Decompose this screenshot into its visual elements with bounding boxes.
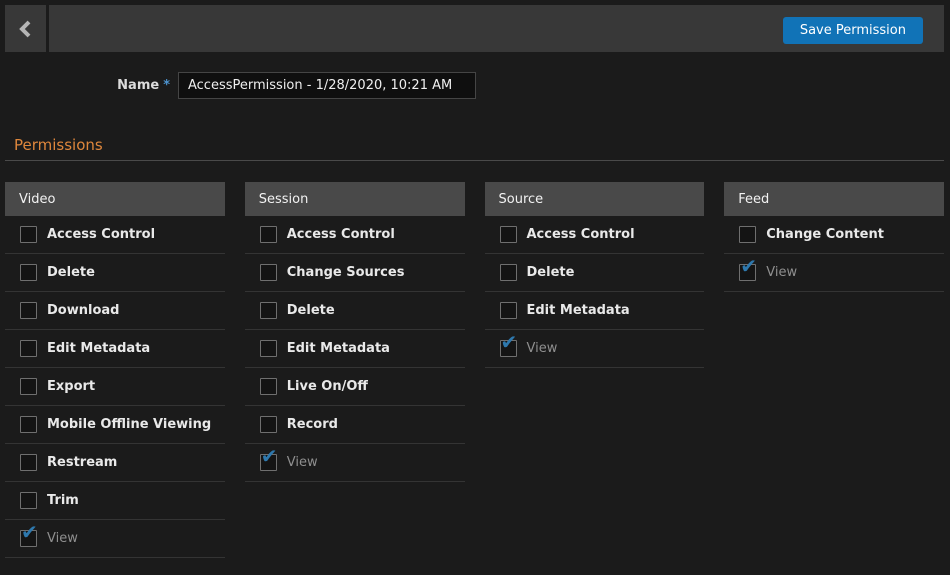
permission-row[interactable]: ✔ Restream [5, 444, 225, 482]
column-title: Feed [738, 192, 769, 207]
name-label-text: Name [117, 78, 159, 93]
permission-row[interactable]: ✔ Record [245, 406, 465, 444]
checkbox[interactable]: ✔ [20, 530, 37, 547]
permission-label: Download [47, 303, 119, 318]
permission-label: View [766, 265, 797, 280]
checkbox[interactable]: ✔ [260, 416, 277, 433]
permission-row[interactable]: ✔ View [245, 444, 465, 482]
permission-label: Edit Metadata [47, 341, 150, 356]
permission-row[interactable]: ✔ Export [5, 368, 225, 406]
permission-row[interactable]: ✔ Mobile Offline Viewing [5, 406, 225, 444]
checkbox[interactable]: ✔ [20, 416, 37, 433]
checkmark-icon: ✔ [21, 522, 38, 542]
chevron-left-icon [18, 20, 34, 38]
column-title: Session [259, 192, 309, 207]
permission-label: Mobile Offline Viewing [47, 417, 211, 432]
permission-label: Delete [527, 265, 575, 280]
permission-column: Video ✔ Access Control ✔ Delete ✔ Downlo… [5, 182, 225, 558]
name-label: Name * [0, 78, 170, 93]
column-rows: ✔ Access Control ✔ Delete ✔ Download ✔ E… [5, 216, 225, 558]
permission-row[interactable]: ✔ Delete [245, 292, 465, 330]
permission-label: View [47, 531, 78, 546]
checkbox[interactable]: ✔ [500, 226, 517, 243]
permission-row[interactable]: ✔ Trim [5, 482, 225, 520]
checkmark-icon: ✔ [261, 446, 278, 466]
column-title: Video [19, 192, 55, 207]
permission-label: View [527, 341, 558, 356]
save-permission-button[interactable]: Save Permission [783, 17, 923, 44]
permission-row[interactable]: ✔ Change Sources [245, 254, 465, 292]
permission-label: Export [47, 379, 95, 394]
permission-label: Access Control [47, 227, 155, 242]
permission-label: Edit Metadata [287, 341, 390, 356]
checkbox[interactable]: ✔ [500, 340, 517, 357]
permission-row[interactable]: ✔ Edit Metadata [485, 292, 705, 330]
topbar: Save Permission [5, 5, 944, 52]
column-rows: ✔ Access Control ✔ Delete ✔ Edit Metadat… [485, 216, 705, 368]
permission-label: Change Sources [287, 265, 405, 280]
permission-row[interactable]: ✔ Delete [5, 254, 225, 292]
permission-row[interactable]: ✔ Access Control [485, 216, 705, 254]
permission-row[interactable]: ✔ Access Control [245, 216, 465, 254]
checkbox[interactable]: ✔ [260, 454, 277, 471]
column-rows: ✔ Change Content ✔ View [724, 216, 944, 292]
permission-row[interactable]: ✔ View [724, 254, 944, 292]
checkbox[interactable]: ✔ [20, 454, 37, 471]
checkbox[interactable]: ✔ [260, 302, 277, 319]
permission-row[interactable]: ✔ Live On/Off [245, 368, 465, 406]
permissions-columns: Video ✔ Access Control ✔ Delete ✔ Downlo… [5, 182, 944, 558]
checkbox[interactable]: ✔ [260, 340, 277, 357]
name-input[interactable] [178, 72, 476, 99]
permission-label: Edit Metadata [527, 303, 630, 318]
permission-label: Access Control [527, 227, 635, 242]
permission-column: Session ✔ Access Control ✔ Change Source… [245, 182, 465, 482]
permission-label: Record [287, 417, 338, 432]
checkbox[interactable]: ✔ [20, 226, 37, 243]
permission-label: Restream [47, 455, 117, 470]
checkmark-icon: ✔ [501, 332, 518, 352]
checkmark-icon: ✔ [740, 256, 757, 276]
back-button[interactable] [5, 5, 46, 52]
permission-row[interactable]: ✔ View [485, 330, 705, 368]
checkbox[interactable]: ✔ [500, 302, 517, 319]
permission-row[interactable]: ✔ Delete [485, 254, 705, 292]
name-field-row: Name * [0, 72, 950, 99]
checkbox[interactable]: ✔ [739, 264, 756, 281]
checkbox[interactable]: ✔ [500, 264, 517, 281]
permission-label: Change Content [766, 227, 884, 242]
checkbox[interactable]: ✔ [260, 226, 277, 243]
section-divider [5, 160, 944, 161]
permission-label: Live On/Off [287, 379, 368, 394]
permission-row[interactable]: ✔ Edit Metadata [245, 330, 465, 368]
checkbox[interactable]: ✔ [260, 264, 277, 281]
checkbox[interactable]: ✔ [20, 378, 37, 395]
permission-row[interactable]: ✔ Edit Metadata [5, 330, 225, 368]
column-title: Source [499, 192, 544, 207]
column-header: Session [245, 182, 465, 216]
permission-row[interactable]: ✔ Access Control [5, 216, 225, 254]
column-header: Feed [724, 182, 944, 216]
topbar-background: Save Permission [49, 5, 944, 52]
checkbox[interactable]: ✔ [20, 264, 37, 281]
section-title: Permissions [14, 136, 103, 154]
checkbox[interactable]: ✔ [20, 302, 37, 319]
permission-label: Trim [47, 493, 79, 508]
checkbox[interactable]: ✔ [260, 378, 277, 395]
permission-row[interactable]: ✔ View [5, 520, 225, 558]
permission-label: Delete [287, 303, 335, 318]
checkbox[interactable]: ✔ [20, 340, 37, 357]
permission-label: Access Control [287, 227, 395, 242]
permission-label: View [287, 455, 318, 470]
column-header: Source [485, 182, 705, 216]
column-rows: ✔ Access Control ✔ Change Sources ✔ Dele… [245, 216, 465, 482]
checkbox[interactable]: ✔ [20, 492, 37, 509]
checkbox[interactable]: ✔ [739, 226, 756, 243]
permission-column: Source ✔ Access Control ✔ Delete ✔ Edit … [485, 182, 705, 368]
permission-row[interactable]: ✔ Change Content [724, 216, 944, 254]
required-marker: * [163, 78, 170, 93]
permission-row[interactable]: ✔ Download [5, 292, 225, 330]
permission-label: Delete [47, 265, 95, 280]
column-header: Video [5, 182, 225, 216]
permission-column: Feed ✔ Change Content ✔ View [724, 182, 944, 292]
